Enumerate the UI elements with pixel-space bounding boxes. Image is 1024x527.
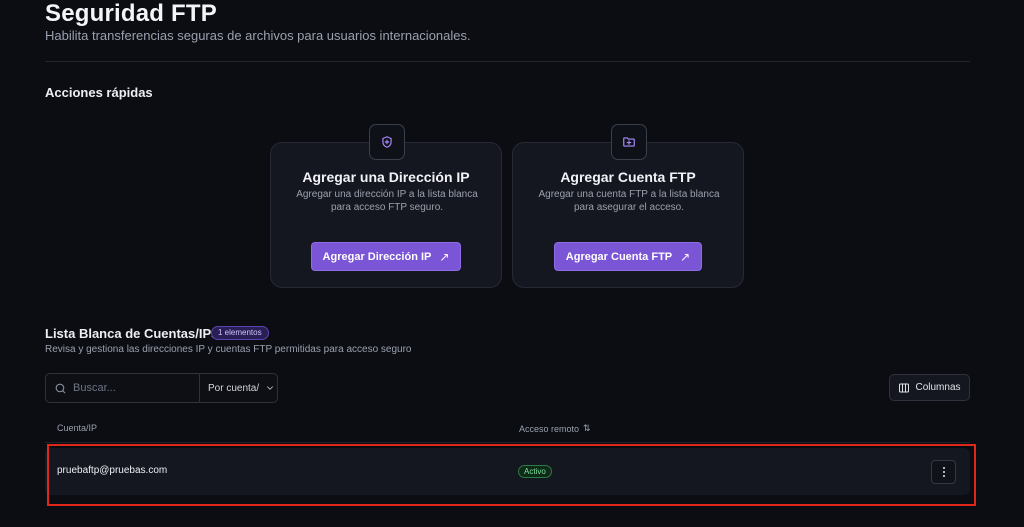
filter-select[interactable]: Por cuenta/ (200, 374, 277, 402)
search-icon (55, 383, 66, 393)
search-input[interactable]: Buscar... (46, 374, 200, 402)
card-description: Agregar una dirección IP a la lista blan… (296, 189, 478, 213)
header-divider (45, 61, 970, 62)
card-title: Agregar Cuenta FTP (560, 169, 696, 185)
sort-icon: ⇅ (583, 423, 591, 433)
button-label: Agregar Dirección IP (322, 250, 432, 263)
quick-actions-title: Acciones rápidas (45, 85, 153, 100)
columns-button[interactable]: Columnas (889, 374, 970, 401)
add-ip-button[interactable]: Agregar Dirección IP ↗ (311, 242, 461, 271)
page-subtitle: Habilita transferencias seguras de archi… (45, 28, 471, 43)
row-actions-button[interactable] (931, 460, 956, 484)
columns-icon (899, 383, 910, 392)
status-badge: Activo (518, 465, 552, 478)
add-ftp-account-card: Agregar Cuenta FTP Agregar una cuenta FT… (512, 124, 744, 288)
table-header-divider (45, 442, 970, 443)
folder-plus-icon (611, 124, 647, 160)
button-label: Agregar Cuenta FTP (565, 250, 673, 263)
chevron-down-icon (267, 386, 274, 390)
table-row: pruebaftp@pruebas.com Activo (45, 448, 970, 495)
whitelist-subtitle: Revisa y gestiona las direcciones IP y c… (45, 344, 412, 355)
arrow-up-right-icon: ↗ (680, 249, 691, 264)
arrow-up-right-icon: ↗ (439, 249, 450, 264)
shield-plus-icon (369, 124, 405, 160)
account-cell: pruebaftp@pruebas.com (57, 465, 168, 476)
column-header-account[interactable]: Cuenta/IP (57, 423, 97, 433)
whitelist-title: Lista Blanca de Cuentas/IPs (45, 326, 219, 341)
more-vertical-icon (942, 467, 945, 477)
columns-label: Columnas (915, 382, 961, 393)
add-ftp-account-button[interactable]: Agregar Cuenta FTP ↗ (554, 242, 702, 271)
count-badge: 1 elementos (211, 326, 269, 340)
add-ip-card: Agregar una Dirección IP Agregar una dir… (270, 124, 502, 288)
column-header-remote-access[interactable]: Acceso remoto ⇅ (519, 423, 591, 434)
search-placeholder: Buscar... (73, 382, 116, 394)
search-filter-group: Buscar... Por cuenta/ (45, 373, 278, 403)
column-header-label: Acceso remoto (519, 423, 580, 434)
card-description: Agregar una cuenta FTP a la lista blanca… (538, 189, 720, 213)
page-title: Seguridad FTP (45, 0, 217, 27)
card-title: Agregar una Dirección IP (302, 169, 470, 185)
filter-selected-value: Por cuenta/ (208, 382, 260, 394)
